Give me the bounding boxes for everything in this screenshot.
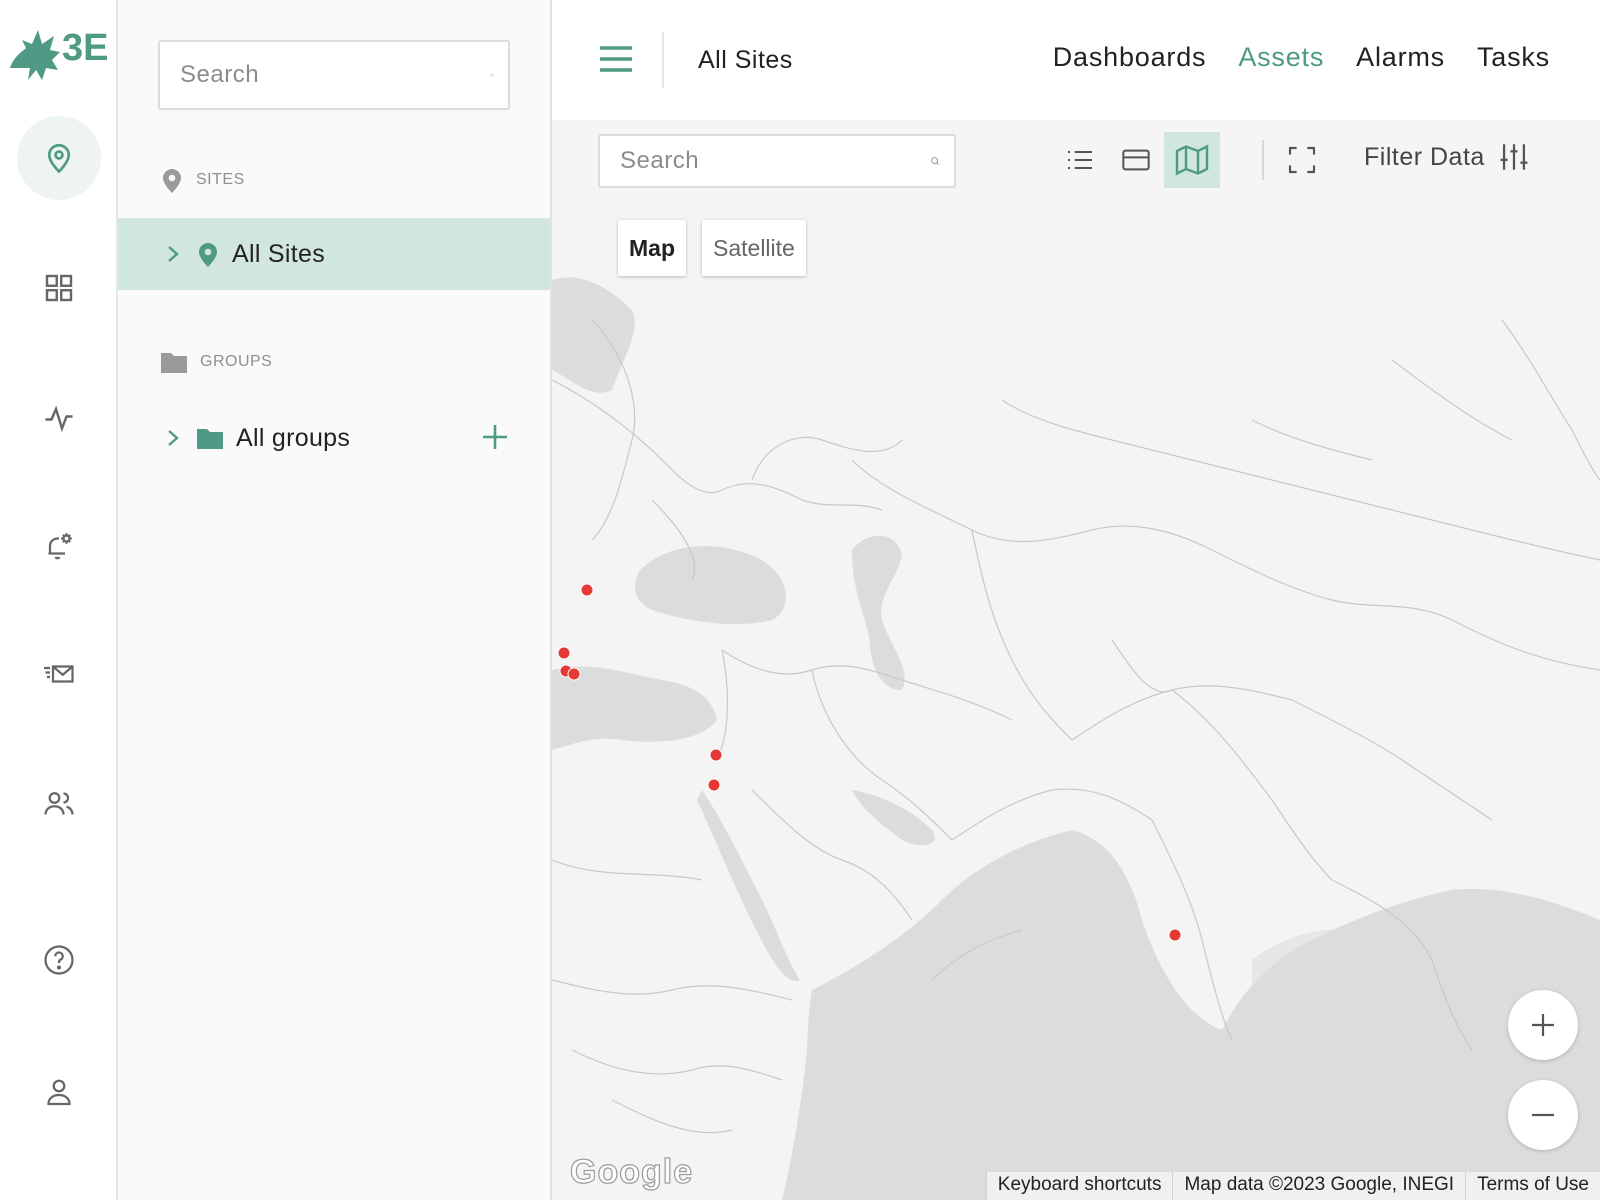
tree-item-label: All groups — [236, 423, 351, 452]
search-icon[interactable] — [490, 55, 494, 95]
rail-reports-button[interactable] — [17, 632, 101, 716]
map-attribution: Keyboard shortcuts Map data ©2023 Google… — [985, 1172, 1600, 1200]
site-marker[interactable] — [709, 748, 723, 762]
sliders-icon — [1500, 144, 1528, 170]
card-view-button[interactable] — [1108, 132, 1164, 188]
filter-data-label: Filter Data — [1364, 142, 1485, 171]
sites-heading-label: SITES — [196, 171, 245, 188]
search-icon[interactable] — [930, 141, 940, 181]
groups-heading-label: GROUPS — [200, 353, 273, 370]
site-pin-icon — [199, 243, 217, 267]
zoom-in-button[interactable] — [1508, 990, 1578, 1060]
nav-alarms[interactable]: Alarms — [1356, 42, 1445, 73]
top-header: All Sites Dashboards Assets Alarms Tasks — [552, 0, 1600, 120]
leaf-logo-icon: 3E — [10, 27, 108, 80]
rail-monitoring-button[interactable] — [17, 376, 101, 460]
activity-pulse-icon — [45, 405, 73, 433]
tree-item-all-sites[interactable]: All Sites — [118, 218, 550, 290]
dashboard-grid-icon — [45, 274, 73, 302]
map-data-credit: Map data ©2023 Google, INEGI — [1172, 1172, 1466, 1200]
pin-icon — [163, 169, 181, 193]
alarm-settings-icon — [48, 533, 72, 560]
google-logo: Google — [569, 1152, 694, 1191]
filter-data-button[interactable]: Filter Data — [1364, 140, 1531, 174]
keyboard-shortcuts-link[interactable]: Keyboard shortcuts — [985, 1172, 1173, 1200]
send-mail-icon — [44, 665, 74, 683]
chevron-right-icon[interactable] — [162, 427, 184, 449]
list-view-icon — [1068, 151, 1092, 169]
rail-dashboards-button[interactable] — [17, 246, 101, 330]
site-marker[interactable] — [567, 667, 581, 681]
tree-item-label: All Sites — [232, 239, 326, 268]
brand-logo[interactable]: 3E — [8, 18, 108, 88]
fullscreen-icon — [1288, 146, 1316, 174]
card-view-icon — [1122, 149, 1150, 171]
site-marker[interactable] — [1168, 928, 1182, 942]
group-folder-icon — [197, 429, 223, 449]
map-pin-icon — [47, 143, 71, 174]
list-view-button[interactable] — [1052, 132, 1108, 188]
groups-section-heading: GROUPS — [160, 350, 272, 374]
asset-tree-sidebar: SITES All Sites GROUPS All groups — [118, 0, 552, 1200]
map-basemap — [552, 277, 1600, 1200]
sidebar-search — [158, 40, 510, 110]
rail-users-button[interactable] — [17, 762, 101, 846]
folder-icon — [161, 353, 187, 373]
rail-sites-button[interactable] — [17, 116, 101, 200]
svg-text:3E: 3E — [62, 27, 108, 69]
map-view-button[interactable] — [1164, 132, 1220, 188]
map-view-icon — [1175, 144, 1209, 176]
main-nav: Dashboards Assets Alarms Tasks — [1053, 42, 1550, 73]
icon-rail: 3E — [0, 0, 118, 1200]
toolbar-divider — [1262, 140, 1264, 180]
map-search-input[interactable] — [620, 147, 930, 175]
breadcrumb: All Sites — [698, 46, 793, 74]
site-marker[interactable] — [707, 778, 721, 792]
map-type-satellite-button[interactable]: Satellite — [702, 220, 806, 276]
hamburger-menu-icon — [600, 46, 632, 72]
nav-tasks[interactable]: Tasks — [1477, 42, 1550, 73]
help-icon — [44, 945, 74, 975]
tree-item-all-groups[interactable]: All groups — [118, 402, 550, 474]
chevron-right-icon[interactable] — [162, 243, 184, 265]
rail-profile-button[interactable] — [17, 1050, 101, 1134]
menu-toggle-button[interactable] — [596, 40, 636, 80]
add-group-button[interactable] — [478, 420, 512, 454]
map-search — [598, 134, 956, 188]
nav-assets[interactable]: Assets — [1238, 42, 1324, 73]
site-marker[interactable] — [580, 583, 594, 597]
terms-of-use-link[interactable]: Terms of Use — [1465, 1172, 1600, 1200]
rail-help-button[interactable] — [17, 918, 101, 1002]
user-profile-icon — [47, 1079, 71, 1106]
sidebar-search-input[interactable] — [180, 61, 490, 89]
users-icon — [44, 792, 74, 815]
minus-icon — [1532, 1113, 1554, 1117]
map-type-map-button[interactable]: Map — [618, 220, 686, 276]
nav-dashboards[interactable]: Dashboards — [1053, 42, 1207, 73]
plus-icon — [1532, 1014, 1554, 1036]
plus-icon — [483, 425, 507, 449]
map-canvas[interactable]: Map Satellite Google Keyboard shortcuts … — [552, 200, 1600, 1200]
site-marker[interactable] — [557, 646, 571, 660]
map-toolbar: Filter Data — [552, 120, 1600, 200]
fullscreen-button[interactable] — [1274, 132, 1330, 188]
sites-section-heading: SITES — [160, 166, 245, 194]
zoom-out-button[interactable] — [1508, 1080, 1578, 1150]
header-divider — [662, 32, 664, 88]
rail-alarm-settings-button[interactable] — [17, 504, 101, 588]
